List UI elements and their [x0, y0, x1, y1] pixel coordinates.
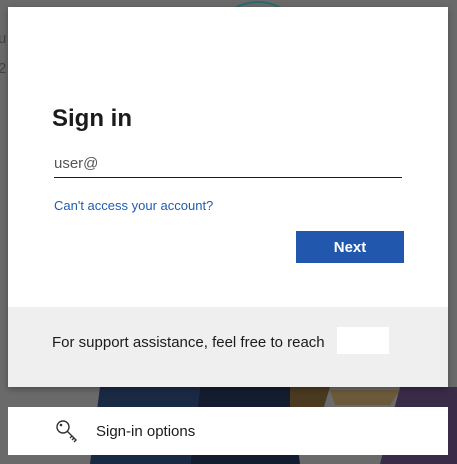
sign-in-options-button[interactable]: Sign-in options	[8, 407, 448, 455]
background-text: 2	[0, 60, 7, 77]
sign-in-options-label: Sign-in options	[96, 423, 196, 440]
sign-in-card: Sign in Can't access your account? Next …	[8, 7, 448, 387]
redacted-contact	[337, 327, 389, 354]
background-text: u	[0, 30, 7, 47]
support-footer: For support assistance, feel free to rea…	[8, 307, 448, 387]
email-field[interactable]	[54, 149, 402, 178]
support-text: For support assistance, feel free to rea…	[52, 334, 325, 351]
page-title: Sign in	[52, 105, 132, 132]
next-button[interactable]: Next	[296, 231, 404, 263]
cant-access-account-link[interactable]: Can't access your account?	[54, 198, 213, 213]
key-icon	[56, 420, 77, 443]
